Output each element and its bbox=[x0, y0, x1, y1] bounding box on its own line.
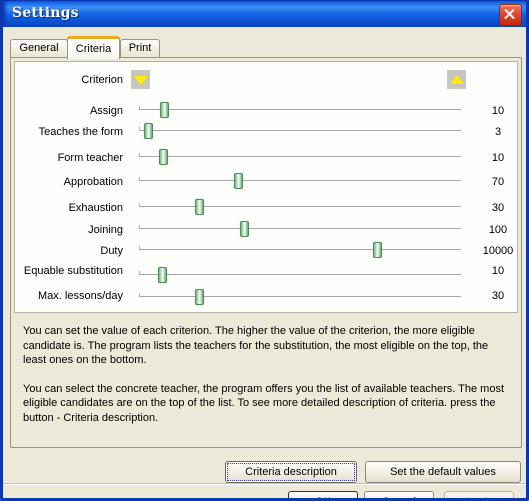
criteria-row-duty: Duty 10000 bbox=[15, 240, 519, 262]
criteria-value-assign: 10 bbox=[491, 105, 505, 117]
criteria-label-exhaustion: Exhaustion bbox=[68, 202, 123, 214]
set-default-values-button-label: Set the default values bbox=[390, 466, 496, 478]
title-bar[interactable]: Settings bbox=[3, 0, 526, 27]
slider-thumb[interactable] bbox=[234, 173, 243, 189]
slider-assign[interactable] bbox=[139, 100, 461, 120]
slider-track bbox=[139, 296, 461, 297]
slider-form-teacher[interactable] bbox=[139, 147, 461, 167]
criteria-label-approbation: Approbation bbox=[63, 176, 123, 188]
cancel-button-label: Cancel bbox=[382, 496, 416, 498]
apply-button: Apply bbox=[444, 491, 514, 498]
triangle-up-icon[interactable] bbox=[447, 70, 466, 89]
dialog-client-area: General Criteria Print Criterion Assign … bbox=[3, 27, 526, 498]
criteria-description-button-label: Criteria description bbox=[245, 466, 337, 478]
criteria-row-exhaustion: Exhaustion 30 bbox=[15, 197, 519, 219]
triangle-down-glyph bbox=[134, 76, 148, 85]
slider-approbation[interactable] bbox=[139, 171, 461, 191]
description-paragraph-1: You can set the value of each criterion.… bbox=[23, 325, 489, 366]
criteria-row-max-lessons-per-day: Max. lessons/day 30 bbox=[15, 287, 519, 309]
criteria-row-form-teacher: Form teacher 10 bbox=[15, 147, 519, 169]
criteria-value-exhaustion: 30 bbox=[491, 202, 505, 214]
close-icon[interactable] bbox=[499, 4, 522, 26]
criteria-description-button[interactable]: Criteria description bbox=[225, 461, 357, 483]
footer-divider bbox=[3, 483, 526, 485]
window-title: Settings bbox=[12, 5, 79, 21]
slider-joining[interactable] bbox=[139, 219, 461, 239]
criteria-label-equable-substitution: Equable substitution bbox=[23, 265, 123, 277]
criteria-label-max-lessons-per-day: Max. lessons/day bbox=[38, 290, 123, 302]
criteria-value-max-lessons-per-day: 30 bbox=[491, 290, 505, 302]
criteria-value-approbation: 70 bbox=[491, 176, 505, 188]
criteria-value-teaches-the-form: 3 bbox=[494, 126, 502, 138]
description-paragraph-2: You can select the concrete teacher, the… bbox=[23, 382, 505, 424]
tab-criteria[interactable]: Criteria bbox=[67, 36, 120, 59]
set-default-values-button[interactable]: Set the default values bbox=[365, 461, 521, 483]
slider-teaches-the-form[interactable] bbox=[139, 121, 461, 141]
criteria-label-teaches-the-form: Teaches the form bbox=[38, 126, 123, 138]
slider-track bbox=[139, 274, 461, 275]
ok-button[interactable]: OK bbox=[288, 491, 358, 498]
criteria-value-form-teacher: 10 bbox=[491, 152, 505, 164]
criterion-header-label: Criterion bbox=[81, 74, 123, 86]
triangle-down-icon[interactable] bbox=[131, 70, 150, 89]
slider-thumb[interactable] bbox=[195, 289, 204, 305]
apply-button-label: Apply bbox=[465, 496, 493, 498]
criteria-value-duty: 10000 bbox=[482, 245, 514, 257]
slider-track bbox=[139, 130, 461, 131]
cancel-button[interactable]: Cancel bbox=[364, 491, 434, 498]
criteria-value-equable-substitution: 10 bbox=[491, 265, 505, 277]
slider-thumb[interactable] bbox=[160, 102, 169, 118]
slider-thumb[interactable] bbox=[195, 199, 204, 215]
tab-page-criteria: Criterion Assign 10 Teaches the form 3 F… bbox=[10, 57, 522, 448]
criteria-row-equable-substitution: Equable substitution 10 bbox=[15, 265, 519, 287]
apply-accelerator: A bbox=[465, 496, 472, 498]
slider-track bbox=[139, 206, 461, 207]
description-text: You can set the value of each criterion.… bbox=[23, 324, 513, 425]
criteria-label-form-teacher: Form teacher bbox=[57, 152, 123, 164]
slider-track bbox=[139, 249, 461, 250]
criteria-label-joining: Joining bbox=[88, 224, 123, 236]
criteria-label-assign: Assign bbox=[89, 105, 123, 117]
criteria-row-assign: Assign 10 bbox=[15, 100, 519, 122]
settings-window: Settings General Criteria Print Criterio… bbox=[0, 0, 529, 501]
triangle-up-glyph bbox=[450, 75, 464, 84]
criteria-row-approbation: Approbation 70 bbox=[15, 171, 519, 193]
criteria-label-duty: Duty bbox=[100, 245, 123, 257]
slider-thumb[interactable] bbox=[159, 149, 168, 165]
criteria-row-teaches-the-form: Teaches the form 3 bbox=[15, 121, 519, 143]
slider-track bbox=[139, 180, 461, 181]
slider-track bbox=[139, 228, 461, 229]
slider-track bbox=[139, 109, 461, 110]
slider-thumb[interactable] bbox=[158, 267, 167, 283]
slider-max-lessons-per-day[interactable] bbox=[139, 287, 461, 307]
tab-print[interactable]: Print bbox=[120, 39, 160, 58]
criteria-panel: Criterion Assign 10 Teaches the form 3 F… bbox=[14, 61, 518, 313]
slider-thumb[interactable] bbox=[240, 221, 249, 237]
slider-exhaustion[interactable] bbox=[139, 197, 461, 217]
tab-strip: General Criteria Print bbox=[10, 36, 522, 59]
tab-general[interactable]: General bbox=[10, 39, 68, 58]
slider-thumb[interactable] bbox=[144, 123, 153, 139]
slider-thumb[interactable] bbox=[373, 242, 382, 258]
slider-track bbox=[139, 156, 461, 157]
slider-duty[interactable] bbox=[139, 240, 461, 260]
criteria-value-joining: 100 bbox=[488, 224, 508, 236]
criteria-row-joining: Joining 100 bbox=[15, 219, 519, 241]
slider-equable-substitution[interactable] bbox=[139, 265, 461, 285]
criterion-header-row: Criterion bbox=[15, 70, 519, 92]
ok-button-label: OK bbox=[315, 496, 331, 498]
